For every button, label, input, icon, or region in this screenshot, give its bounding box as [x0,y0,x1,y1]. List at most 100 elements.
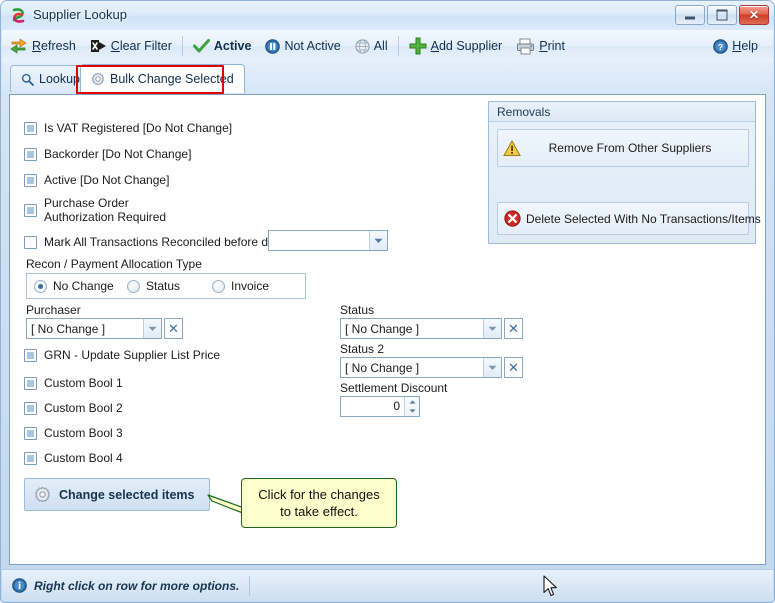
supplier-lookup-window: Supplier Lookup ✕ Refresh Clear Filter A… [0,0,775,603]
checkbox-row-mark-reconciled[interactable]: Mark All Transactions Reconciled before … [24,235,288,249]
gear-icon [25,486,59,503]
recon-group-label: Recon / Payment Allocation Type [26,257,202,271]
minimize-button[interactable] [675,5,705,25]
checkbox-row-custom-bool-1[interactable]: Custom Bool 1 [24,376,123,390]
status-hint-text: Right click on row for more options. [34,578,240,593]
toolbar-print-button[interactable]: Print [509,32,572,60]
radio-invoice-label: Invoice [231,279,270,293]
settlement-discount-spin-buttons[interactable] [404,397,419,416]
tab-strip: Lookup Bulk Change Selected [2,62,773,94]
status2-combo[interactable]: [ No Change ] [340,357,502,378]
checkbox-row-po-authorization[interactable]: Purchase Order Authorization Required [24,196,166,224]
date-field-dropdown-arrow[interactable] [369,231,387,250]
checkbox-backorder[interactable] [24,148,37,161]
checkbox-mark-reconciled[interactable] [24,236,37,249]
purchaser-combo[interactable]: [ No Change ] [26,318,162,339]
checkbox-is-vat-registered[interactable] [24,122,37,135]
date-field[interactable] [268,230,388,251]
status-clear-button[interactable]: ✕ [504,318,523,339]
status-hint-cell: Right click on row for more options. [2,575,249,597]
magnifier-icon [21,73,34,86]
radio-status[interactable]: Status [127,279,180,293]
close-icon: ✕ [748,8,760,22]
removals-panel: Removals Remove From Other Suppliers Del… [488,101,761,244]
purchaser-value: [ No Change ] [31,321,106,336]
window-controls: ✕ [675,5,769,25]
checkbox-active[interactable] [24,174,37,187]
delete-selected-no-transactions-label: Delete Selected With No Transactions/Ite… [526,211,761,226]
status-combo[interactable]: [ No Change ] [340,318,502,339]
toolbar-refresh-button[interactable]: Refresh [2,32,83,60]
close-button[interactable]: ✕ [739,5,769,25]
radio-invoice[interactable]: Invoice [212,279,269,293]
status-bar: Right click on row for more options. [2,569,773,601]
delete-selected-no-transactions-button[interactable]: Delete Selected With No Transactions/Ite… [497,202,761,235]
checkbox-row-custom-bool-3[interactable]: Custom Bool 3 [24,426,123,440]
tab-bulk-change-selected[interactable]: Bulk Change Selected [80,64,245,93]
error-icon [498,210,526,227]
radio-no-change-button[interactable] [34,279,47,293]
checkbox-custom-bool-2[interactable] [24,402,37,415]
tab-lookup[interactable]: Lookup [10,65,92,92]
radio-status-button[interactable] [127,279,140,293]
purchaser-dropdown-arrow[interactable] [143,319,161,338]
tab-bulk-change-label: Bulk Change Selected [110,72,234,86]
main-toolbar: Refresh Clear Filter Active Not Active A… [2,30,773,63]
status2-clear-button[interactable]: ✕ [504,357,523,378]
toolbar-help-button[interactable]: ? Help [706,32,765,60]
checkbox-backorder-label: Backorder [Do Not Change] [44,147,192,161]
toolbar-add-supplier-label: Add Supplier [430,39,503,53]
radio-invoice-button[interactable] [212,279,225,293]
checkbox-custom-bool-1[interactable] [24,377,37,390]
maximize-button[interactable] [707,5,737,25]
checkbox-row-grn-update-list-price[interactable]: GRN - Update Supplier List Price [24,348,220,362]
checkbox-custom-bool-3[interactable] [24,427,37,440]
status2-dropdown-arrow[interactable] [483,358,501,377]
green-plus-icon [409,37,427,55]
toolbar-separator-1 [181,36,183,56]
toolbar-all-button[interactable]: All [348,32,395,60]
minimize-icon [685,16,695,20]
change-selected-items-button[interactable]: Change selected items [24,478,210,511]
status-label: Status [340,303,375,317]
remove-from-other-suppliers-label: Remove From Other Suppliers [548,141,712,155]
toolbar-clear-filter-button[interactable]: Clear Filter [83,32,179,60]
remove-from-other-suppliers-button[interactable]: Remove From Other Suppliers [497,129,749,167]
purchaser-clear-button[interactable]: ✕ [164,318,183,339]
toolbar-clear-filter-label: Clear Filter [110,39,172,53]
pause-icon [265,38,281,54]
toolbar-add-supplier-button[interactable]: Add Supplier [402,32,510,60]
toolbar-refresh-label: Refresh [32,39,76,53]
spin-down-icon[interactable] [405,407,419,417]
checkbox-row-custom-bool-4[interactable]: Custom Bool 4 [24,451,123,465]
settlement-discount-stepper[interactable]: 0 [340,396,420,417]
checkbox-active-label: Active [Do Not Change] [44,173,170,187]
toolbar-active-button[interactable]: Active [186,32,259,60]
status-bar-divider [249,575,251,596]
status-dropdown-arrow[interactable] [483,319,501,338]
checkbox-is-vat-registered-label: Is VAT Registered [Do Not Change] [44,121,233,135]
title-bar: Supplier Lookup ✕ [1,1,774,30]
checkbox-row-custom-bool-2[interactable]: Custom Bool 2 [24,401,123,415]
checkbox-grn-update-list-price-label: GRN - Update Supplier List Price [44,348,221,362]
radio-no-change[interactable]: No Change [34,279,114,293]
checkbox-row-is-vat-registered[interactable]: Is VAT Registered [Do Not Change] [24,121,232,135]
printer-icon [516,38,535,55]
tab-lookup-label: Lookup [39,72,81,86]
status2-label: Status 2 [340,342,385,356]
toolbar-not-active-button[interactable]: Not Active [258,32,347,60]
checkbox-row-active[interactable]: Active [Do Not Change] [24,173,169,187]
checkbox-po-authorization[interactable] [24,204,37,217]
callout-tooltip: Click for the changes to take effect. [241,478,397,528]
checkbox-custom-bool-4[interactable] [24,452,37,465]
checkbox-row-backorder[interactable]: Backorder [Do Not Change] [24,147,191,161]
callout-line-1: Click for the changes [258,487,380,502]
checkbox-po-authorization-label: Purchase Order Authorization Required [44,196,167,224]
spin-up-icon[interactable] [405,397,419,407]
checkbox-grn-update-list-price[interactable] [24,349,37,362]
gear-icon [91,72,105,86]
checkbox-custom-bool-3-label: Custom Bool 3 [44,426,123,440]
help-icon: ? [713,38,729,54]
checkbox-custom-bool-4-label: Custom Bool 4 [44,451,123,465]
purchaser-label: Purchaser [26,303,81,317]
